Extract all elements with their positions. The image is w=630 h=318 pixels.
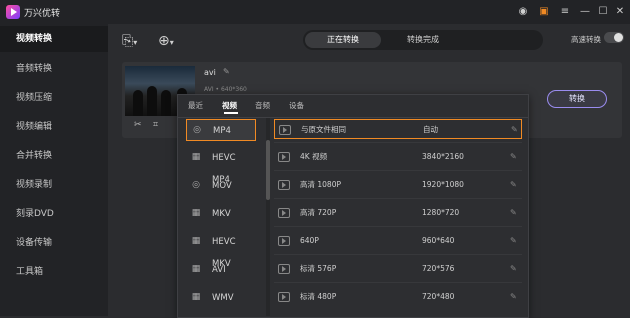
tab-video[interactable]: 视频 <box>222 100 237 111</box>
edit-preset-icon[interactable]: ✎ <box>510 231 517 251</box>
close-icon[interactable]: ✕ <box>613 5 627 19</box>
crop-icon[interactable]: ⌗ <box>153 120 158 130</box>
tab-underline <box>224 112 238 114</box>
format-item-hevc-mkv[interactable]: ▦ HEVC MKV <box>186 231 256 269</box>
menu-icon[interactable]: ≡ <box>558 5 572 19</box>
tab-converted[interactable]: 转换完成 <box>385 32 461 48</box>
format-scrollbar[interactable] <box>266 118 270 316</box>
trim-crop-icons: ✂ ⌗ <box>134 120 158 130</box>
format-item-mp4[interactable]: ◎ MP4 <box>186 119 256 141</box>
video-icon <box>278 292 290 302</box>
circle-format-icon: ◎ <box>192 180 200 190</box>
resolution-item-640p[interactable]: 640P 960*640 ✎ <box>274 231 522 251</box>
high-speed-toggle[interactable] <box>604 32 624 43</box>
video-icon <box>278 236 290 246</box>
minimize-icon[interactable]: — <box>578 5 592 19</box>
status-tabs: 正在转换 转换完成 <box>303 30 543 50</box>
film-icon: ▦ <box>191 292 201 302</box>
format-item-wmv[interactable]: ▦ WMV <box>186 287 256 309</box>
sidebar-item-dvd[interactable]: 刻录DVD <box>0 201 108 227</box>
resolution-item-720p[interactable]: 高清 720P 1280*720 ✎ <box>274 203 522 223</box>
format-item-mov[interactable]: ◎ MOV <box>186 175 256 197</box>
edit-preset-icon[interactable]: ✎ <box>510 147 517 167</box>
edit-preset-icon[interactable]: ✎ <box>510 259 517 279</box>
high-speed-label: 高速转换 <box>571 35 601 44</box>
sidebar-item-merge[interactable]: 合并转换 <box>0 143 108 169</box>
format-list: ◎ MP4 ▦ HEVC MP4 ◎ MOV ▦ MKV ▦ HEVC MKV … <box>178 118 264 317</box>
tab-audio[interactable]: 音频 <box>255 100 270 111</box>
edit-preset-icon[interactable]: ✎ <box>510 203 517 223</box>
resolution-item-576p[interactable]: 标清 576P 720*576 ✎ <box>274 259 522 279</box>
title-bar: 万兴优转 ◉ ▣ ≡ — ☐ ✕ <box>0 0 630 24</box>
tab-converting[interactable]: 正在转换 <box>305 32 381 48</box>
maximize-icon[interactable]: ☐ <box>596 5 610 19</box>
sidebar-item-record[interactable]: 视频录制 <box>0 172 108 198</box>
sidebar-item-video-convert[interactable]: 视频转换 <box>0 26 108 52</box>
circle-format-icon: ◎ <box>193 125 201 135</box>
resolution-item-480p[interactable]: 标清 480P 720*480 ✎ <box>274 287 522 307</box>
film-icon: ▦ <box>191 152 201 162</box>
resolution-item-original[interactable]: 与原文件相同 自动 ✎ <box>274 119 522 139</box>
file-name: avi <box>204 68 216 77</box>
video-icon <box>279 125 291 135</box>
edit-preset-icon[interactable]: ✎ <box>510 175 517 195</box>
resolution-item-1080p[interactable]: 高清 1080P 1920*1080 ✎ <box>274 175 522 195</box>
format-item-mkv[interactable]: ▦ MKV <box>186 203 256 225</box>
video-icon <box>278 152 290 162</box>
trim-icon[interactable]: ✂ <box>134 120 142 130</box>
video-icon <box>278 208 290 218</box>
tab-recent[interactable]: 最近 <box>188 100 203 111</box>
app-title: 万兴优转 <box>24 9 61 19</box>
sidebar-item-video-compress[interactable]: 视频压缩 <box>0 85 108 111</box>
add-file-icon[interactable]: ⎘▾ <box>122 32 137 50</box>
sidebar: 视频转换 音频转换 视频压缩 视频编辑 合并转换 视频录制 刻录DVD 设备传输… <box>0 24 108 316</box>
film-icon: ▦ <box>191 264 201 274</box>
sidebar-item-video-edit[interactable]: 视频编辑 <box>0 114 108 140</box>
sidebar-item-audio-convert[interactable]: 音频转换 <box>0 56 108 82</box>
film-icon: ▦ <box>191 236 201 246</box>
format-popup: 最近 视频 音频 设备 ◎ MP4 ▦ HEVC MP4 ◎ MOV ▦ MKV… <box>177 94 529 318</box>
account-icon[interactable]: ◉ <box>516 5 530 19</box>
tab-device[interactable]: 设备 <box>289 100 304 111</box>
rename-icon[interactable]: ✎ <box>223 67 230 76</box>
edit-preset-icon[interactable]: ✎ <box>510 287 517 307</box>
format-item-hevc-mp4[interactable]: ▦ HEVC MP4 <box>186 147 256 185</box>
add-from-device-icon[interactable]: ⊕▾ <box>158 32 174 50</box>
sidebar-item-transfer[interactable]: 设备传输 <box>0 230 108 256</box>
sidebar-item-toolbox[interactable]: 工具箱 <box>0 259 108 285</box>
gift-icon[interactable]: ▣ <box>537 5 551 19</box>
file-meta: AVI • 640*360 <box>204 86 247 93</box>
edit-preset-icon[interactable]: ✎ <box>511 120 518 140</box>
video-icon <box>278 180 290 190</box>
video-icon <box>278 264 290 274</box>
app-logo-icon <box>6 5 20 19</box>
convert-button[interactable]: 转换 <box>547 90 607 108</box>
resolution-item-4k[interactable]: 4K 视频 3840*2160 ✎ <box>274 147 522 167</box>
film-icon: ▦ <box>191 208 201 218</box>
format-item-avi[interactable]: ▦ AVI <box>186 259 256 281</box>
